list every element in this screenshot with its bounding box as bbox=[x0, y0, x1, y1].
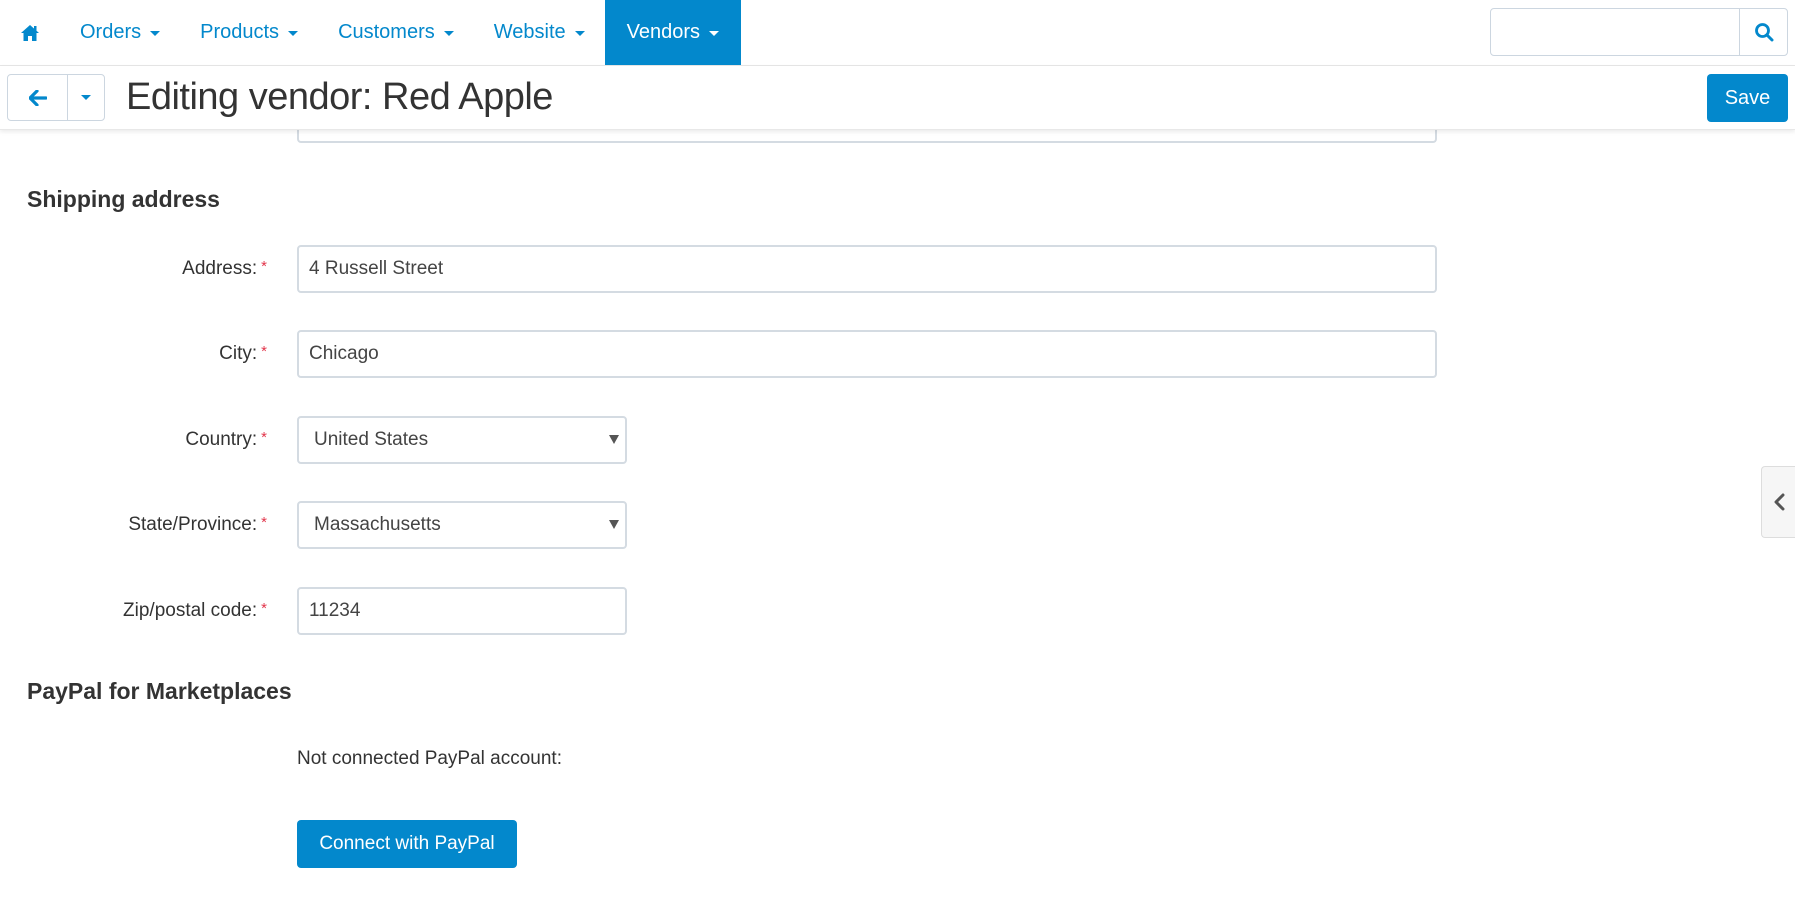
required-mark: * bbox=[261, 258, 267, 275]
shipping-address-heading: Shipping address bbox=[27, 186, 220, 212]
nav-website[interactable]: Website bbox=[474, 0, 605, 65]
home-icon bbox=[21, 24, 39, 41]
chevron-left-icon bbox=[1774, 493, 1784, 511]
global-search bbox=[1490, 8, 1788, 56]
state-label: State/Province: * bbox=[128, 514, 267, 535]
country-label: Country: * bbox=[185, 429, 267, 450]
nav-products[interactable]: Products bbox=[180, 0, 318, 65]
state-row: State/Province: * Massachusetts bbox=[0, 501, 1500, 549]
chevron-down-icon bbox=[288, 31, 299, 36]
page-title: Editing vendor: Red Apple bbox=[126, 76, 553, 118]
paypal-heading: PayPal for Marketplaces bbox=[27, 678, 292, 704]
required-mark: * bbox=[261, 343, 267, 360]
chevron-down-icon bbox=[150, 31, 161, 36]
city-input[interactable] bbox=[297, 330, 1437, 378]
search-input[interactable] bbox=[1491, 9, 1739, 55]
nav-website-label: Website bbox=[493, 21, 566, 43]
connect-paypal-button[interactable]: Connect with PayPal bbox=[297, 820, 517, 868]
country-select-value: United States bbox=[314, 429, 429, 450]
zip-row: Zip/postal code: * bbox=[0, 587, 1500, 635]
required-mark: * bbox=[261, 514, 267, 531]
address-row: Address: * bbox=[0, 245, 1500, 293]
back-dropdown-button[interactable] bbox=[68, 75, 104, 120]
chevron-down-icon bbox=[81, 95, 91, 100]
city-label: City: * bbox=[219, 343, 267, 364]
search-icon bbox=[1754, 23, 1773, 42]
dropdown-arrow-icon bbox=[609, 520, 619, 529]
back-button-group bbox=[7, 74, 105, 121]
nav-home[interactable] bbox=[0, 0, 60, 65]
top-navigation: Orders Products Customers Website Vendor… bbox=[0, 0, 1795, 66]
state-select[interactable]: Massachusetts bbox=[297, 501, 627, 549]
page-header: Editing vendor: Red Apple Save bbox=[0, 66, 1795, 130]
nav-orders[interactable]: Orders bbox=[60, 0, 180, 65]
nav-products-label: Products bbox=[200, 21, 280, 43]
search-button[interactable] bbox=[1739, 9, 1787, 55]
zip-input[interactable] bbox=[297, 587, 627, 635]
chevron-down-icon bbox=[709, 31, 720, 36]
city-row: City: * bbox=[0, 330, 1500, 378]
address-input[interactable] bbox=[297, 245, 1437, 293]
back-button[interactable] bbox=[8, 75, 68, 120]
zip-label: Zip/postal code: * bbox=[123, 600, 267, 621]
nav-orders-label: Orders bbox=[80, 21, 142, 43]
sidebar-toggle[interactable] bbox=[1761, 466, 1795, 538]
address-label: Address: * bbox=[182, 258, 267, 279]
paypal-account-label: PayPal account: bbox=[424, 748, 562, 769]
nav-customers-label: Customers bbox=[338, 21, 435, 43]
nav-vendors-label: Vendors bbox=[626, 21, 701, 43]
arrow-left-icon bbox=[28, 89, 47, 106]
state-select-value: Massachusetts bbox=[314, 514, 441, 535]
nav-vendors[interactable]: Vendors bbox=[604, 0, 742, 65]
country-select[interactable]: United States bbox=[297, 416, 627, 464]
country-row: Country: * United States bbox=[0, 416, 1500, 464]
dropdown-arrow-icon bbox=[609, 435, 619, 444]
nav-customers[interactable]: Customers bbox=[318, 0, 474, 65]
paypal-account-status: Not connected bbox=[297, 748, 420, 769]
chevron-down-icon bbox=[443, 31, 454, 36]
required-mark: * bbox=[261, 600, 267, 617]
save-button[interactable]: Save bbox=[1707, 74, 1788, 122]
chevron-down-icon bbox=[574, 31, 585, 36]
required-mark: * bbox=[261, 429, 267, 446]
